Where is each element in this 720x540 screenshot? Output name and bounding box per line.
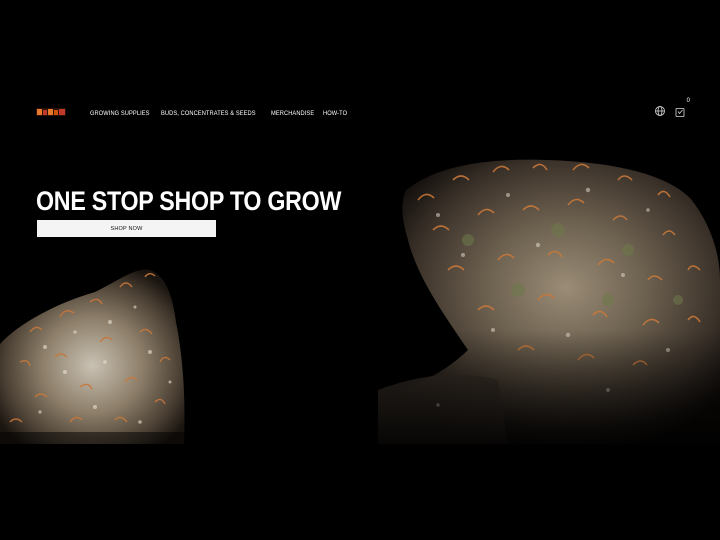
nav-item-buds-concentrates-seeds[interactable]: Buds, Concentrates & Seeds: [161, 110, 256, 117]
site-header: Growing Supplies Buds, Concentrates & Se…: [0, 98, 720, 126]
header-actions: 0: [654, 98, 690, 117]
cart-button[interactable]: 0: [674, 98, 690, 117]
cannabis-bud-left: [0, 269, 190, 444]
nav-item-growing-supplies[interactable]: Growing Supplies: [90, 110, 150, 117]
cart-icon: [675, 108, 685, 117]
globe-icon[interactable]: [654, 105, 666, 117]
shop-now-button[interactable]: SHOP NOW: [37, 220, 216, 237]
brand-logo[interactable]: [36, 107, 66, 117]
cart-count-badge: 0: [686, 98, 690, 104]
cannabis-bud-right: [378, 159, 720, 444]
main-nav: Growing Supplies Buds, Concentrates & Se…: [90, 106, 348, 120]
nav-item-how-to[interactable]: How-To: [323, 110, 347, 117]
hero-title: ONE STOP SHOP TO GROW: [36, 186, 342, 216]
nav-item-merchandise[interactable]: Merchandise: [271, 110, 314, 117]
